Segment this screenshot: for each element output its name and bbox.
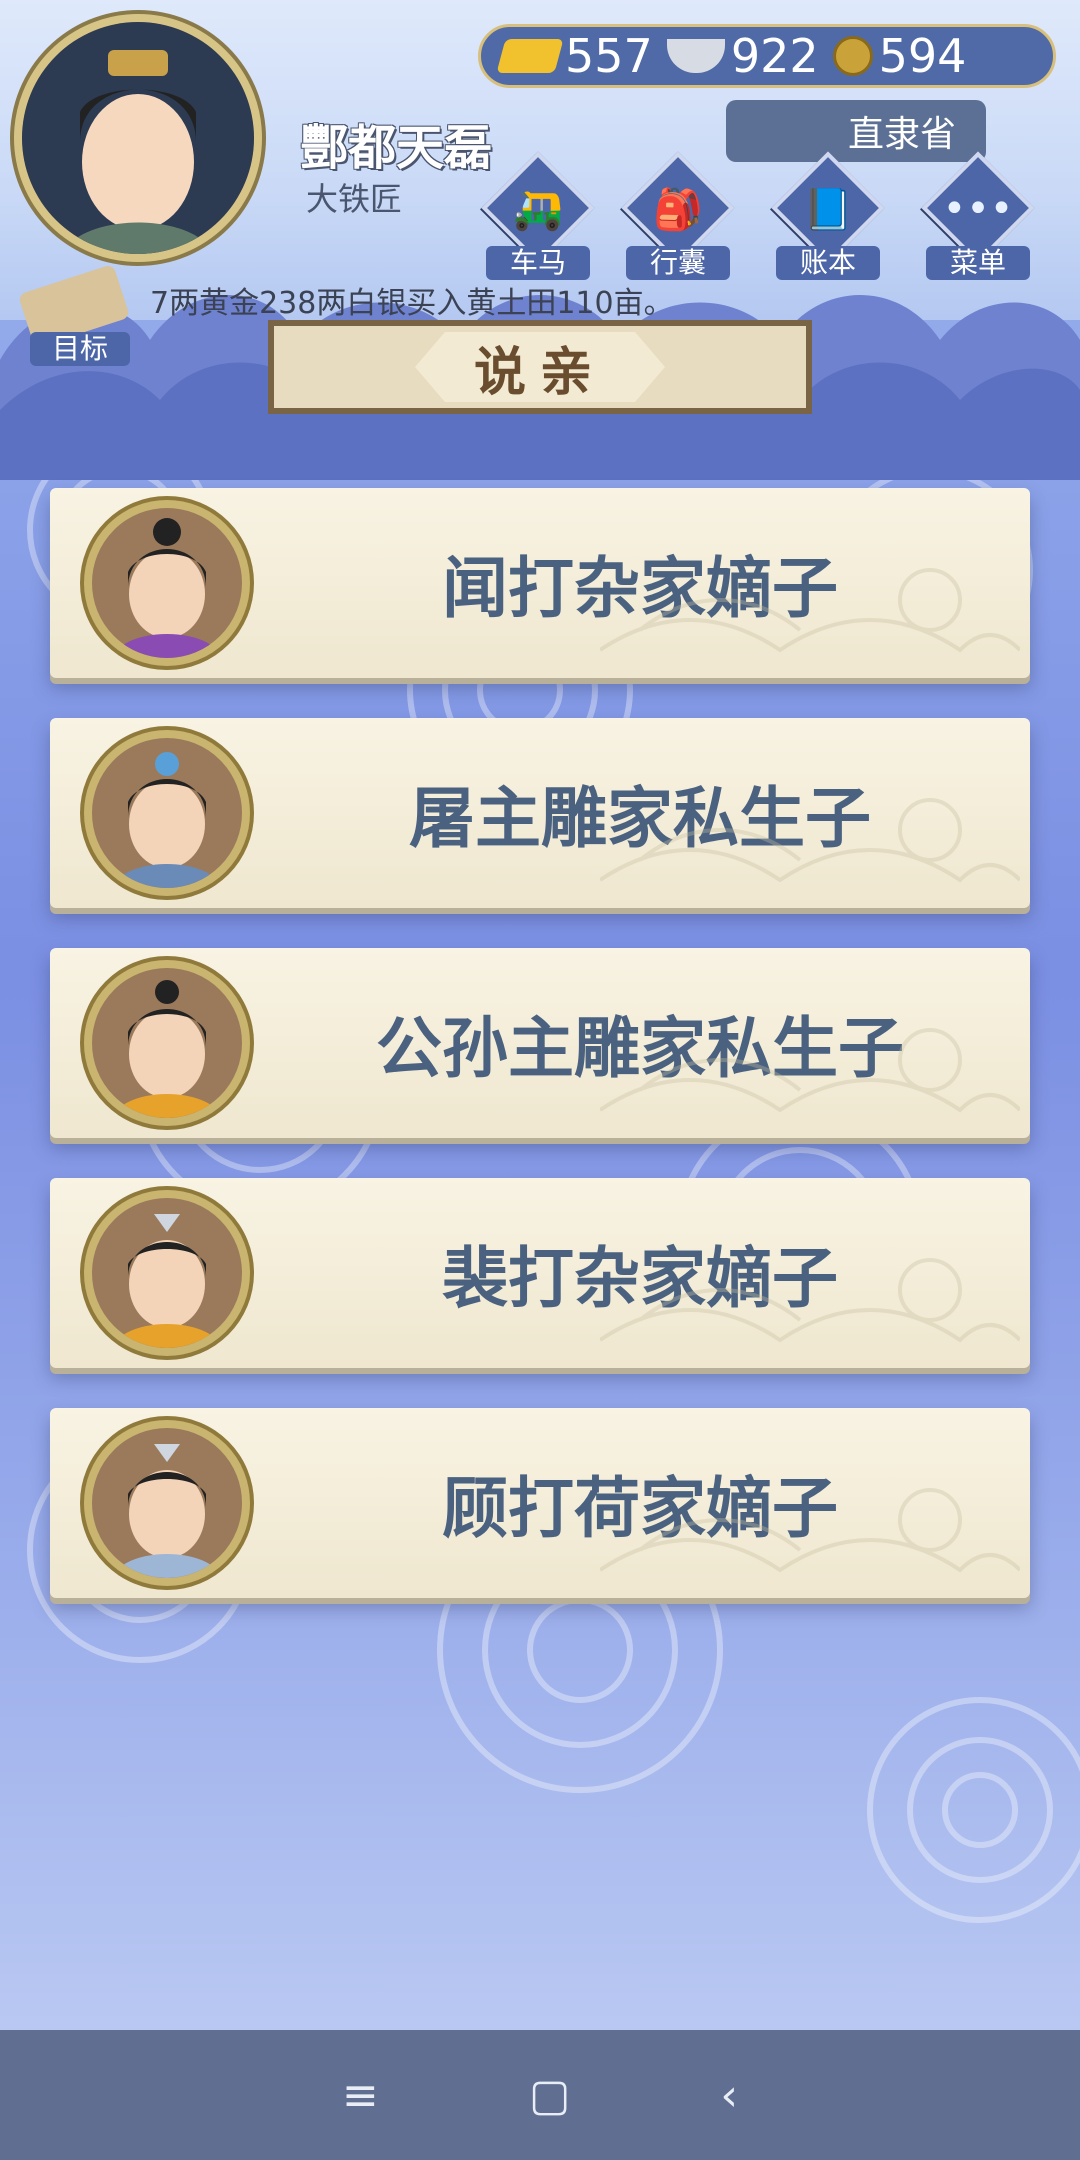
location-label: 直隶省	[847, 114, 956, 155]
wave-pattern	[600, 1488, 1020, 1573]
menu-dots-icon: •••	[942, 186, 1014, 232]
candidate-card[interactable]: 公孙主雕家私生子	[50, 948, 1030, 1138]
bag-icon: 🎒	[653, 187, 703, 233]
candidate-card[interactable]: 顾打荷家嫡子	[50, 1408, 1030, 1598]
coin-currency[interactable]: 594	[832, 29, 967, 83]
gold-amount: 557	[565, 29, 653, 83]
nav-menu-button[interactable]: ••• 菜单	[916, 151, 1040, 280]
nav-ledger-button[interactable]: 📘 账本	[766, 151, 890, 280]
nav-bag-button[interactable]: 🎒 行囊	[616, 151, 740, 280]
candidate-card[interactable]: 屠主雕家私生子	[50, 718, 1030, 908]
candidate-card[interactable]: 裴打杂家嫡子	[50, 1178, 1030, 1368]
page-title: 说亲	[415, 332, 665, 402]
wave-pattern	[600, 1028, 1020, 1113]
player-portrait[interactable]	[14, 14, 262, 262]
wave-pattern	[600, 568, 1020, 653]
menu-icon[interactable]: ≡	[342, 2070, 379, 2121]
location-button[interactable]: 直隶省	[726, 100, 986, 162]
candidate-avatar	[84, 730, 250, 896]
candidate-avatar	[84, 1190, 250, 1356]
player-title: 大铁匠	[306, 180, 403, 218]
nav-label-ledger: 账本	[776, 246, 880, 280]
player-avatar	[22, 22, 254, 254]
currency-bar: 557 922 594	[478, 24, 1056, 88]
nav-label-menu: 菜单	[926, 246, 1030, 280]
coin-amount: 594	[878, 29, 967, 83]
candidate-avatar	[84, 1420, 250, 1586]
candidate-avatar	[84, 500, 250, 666]
goal-button[interactable]: 目标	[14, 263, 134, 368]
goal-label: 目标	[30, 332, 130, 366]
back-icon[interactable]: ‹	[720, 2070, 738, 2121]
nav-label-carriage: 车马	[486, 246, 590, 280]
coin-icon	[832, 36, 873, 76]
candidate-card[interactable]: 闻打杂家嫡子	[50, 488, 1030, 678]
player-name: 酆都天磊	[300, 120, 493, 176]
silver-currency[interactable]: 922	[666, 29, 819, 83]
ledger-icon: 📘	[803, 187, 853, 233]
nav-carriage-button[interactable]: 🛺 车马	[476, 151, 600, 280]
candidate-avatar	[84, 960, 250, 1126]
home-icon[interactable]: ▢	[529, 2070, 571, 2121]
wave-pattern	[600, 798, 1020, 883]
candidate-list: 闻打杂家嫡子 屠主雕家私生子 公孙主雕家私生子 裴打杂家嫡子 顾打荷家嫡子	[50, 488, 1030, 1638]
wave-pattern	[600, 1258, 1020, 1343]
gold-currency[interactable]: 557	[496, 29, 653, 83]
nav-label-bag: 行囊	[626, 246, 730, 280]
title-banner: 说亲	[268, 320, 812, 414]
gold-ingot-icon	[496, 39, 564, 73]
silver-amount: 922	[730, 29, 819, 83]
system-navigation-bar: ≡ ▢ ‹	[0, 2030, 1080, 2160]
silver-ingot-icon	[666, 39, 725, 73]
news-ticker: 7两黄金238两白银买入黄土田110亩。	[150, 286, 674, 318]
carriage-icon: 🛺	[513, 187, 563, 233]
